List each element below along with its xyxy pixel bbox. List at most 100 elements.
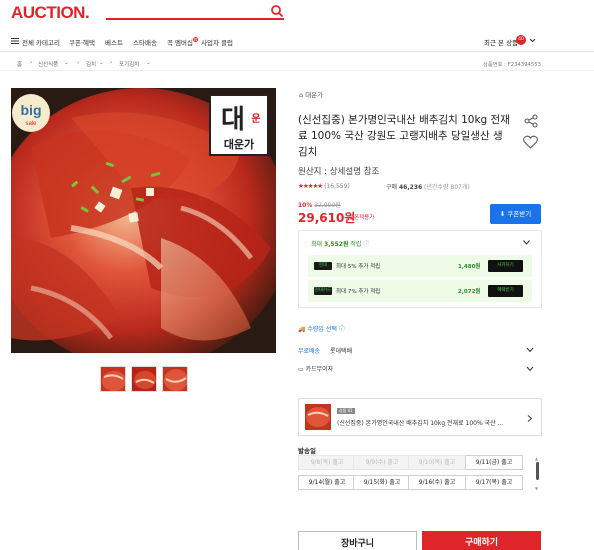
date-option[interactable]: 9/15(화) 출고 — [353, 475, 411, 490]
card-benefit-button[interactable]: 혜택받기 — [488, 285, 523, 297]
scroll-down-icon[interactable]: ▼ — [535, 486, 538, 491]
delivery-carrier: 롯데택배 — [330, 348, 353, 355]
card-benefit-amount: 1,480원 — [458, 264, 481, 270]
store-link[interactable]: ⌂ 대운가 — [299, 89, 323, 99]
date-option[interactable]: 9/14(월) 출고 — [298, 475, 356, 490]
product-number: 상품번호 : F234394553 — [483, 62, 542, 68]
nav-membership[interactable]: 꼭 멤버십N — [167, 37, 198, 47]
rating[interactable]: ★★★★★ (16,559) — [298, 182, 350, 190]
card-logo: 현대 — [314, 262, 332, 270]
nav-all-categories[interactable]: 전체 카테고리 — [22, 37, 60, 47]
breadcrumb-item-kimchi[interactable]: 김치 — [86, 60, 96, 68]
date-option: 9/10(목) 출고 — [408, 455, 466, 470]
points-suffix: 적립 — [350, 241, 362, 248]
main-nav: 전체 카테고리 쿠폰·혜택 베스트 스타배송 꼭 멤버십N 사업자 클럽 최근 … — [0, 30, 594, 52]
sale-price: 29,610원 — [298, 211, 356, 225]
breadcrumb-home[interactable]: 홈 — [17, 60, 22, 68]
selected-option-image — [305, 404, 331, 430]
nav-coupon-benefit[interactable]: 쿠폰·혜택 — [69, 37, 95, 47]
add-to-cart-button[interactable]: 장바구니 — [298, 531, 417, 550]
product-title: (신선집중) 본가명인국내산 배추김치 10kg 전재료 100% 국산 강원도… — [298, 114, 510, 158]
breadcrumb-dropdown-icon[interactable]: ⌄ — [64, 60, 69, 66]
auction-logo[interactable]: AUCTION. — [11, 3, 90, 23]
breadcrumb-separator: › — [110, 60, 113, 66]
chevron-down-icon[interactable] — [529, 37, 536, 44]
purchase-sub: (년간수량 807개) — [424, 184, 470, 191]
card-logo: 현대카드 — [314, 287, 332, 295]
buy-now-button[interactable]: 구매하기 — [422, 531, 541, 550]
card-benefit-text: 최대 5% 추가 적립 — [336, 264, 381, 270]
thumbnail-2[interactable] — [131, 366, 157, 392]
star-rating: ★★★★★ — [298, 182, 323, 190]
date-option: 9/9(수) 출고 — [353, 455, 411, 470]
date-option[interactable]: 9/17(목) 출고 — [465, 475, 523, 490]
nav-star-delivery[interactable]: 스타배송 — [133, 37, 157, 47]
new-badge: N — [193, 37, 198, 42]
stamp-brand: 대운가 — [224, 137, 254, 151]
kimchi-photo: big sale 대 운 대운가 — [11, 88, 276, 353]
points-amount: 3,552원 — [323, 241, 349, 248]
points-panel: 최대 3,552원 적립 ⓘ 현대 최대 5% 추가 적립 1,480원 사카하… — [298, 230, 542, 308]
scroll-up-icon[interactable]: ▲ — [535, 456, 538, 461]
date-option[interactable]: 9/11(금) 출고 — [465, 455, 523, 470]
date-option: 9/8(목) 출고 — [298, 455, 356, 470]
thumbnail-1[interactable] — [100, 366, 126, 392]
badge-sale: sale — [25, 121, 37, 127]
option-badge: 상품 01 — [337, 408, 355, 414]
card-benefit-row: 현대카드 최대 7% 추가 적립 2,072원 혜택받기 — [308, 280, 532, 302]
chevron-down-icon[interactable] — [523, 240, 530, 245]
thumbnail-3[interactable] — [162, 366, 188, 392]
product-main-image[interactable]: big sale 대 운 대운가 — [11, 88, 276, 353]
nav-business-club[interactable]: 사업자 클럽 — [201, 37, 233, 47]
chevron-down-icon[interactable] — [526, 347, 534, 353]
get-coupon-button[interactable]: ⬇ 쿠폰받기 — [490, 204, 541, 224]
stamp-mid: 운 — [251, 113, 260, 125]
header: AUCTION. — [0, 0, 594, 28]
share-icon[interactable] — [524, 114, 538, 128]
recent-count-badge: 40 — [516, 35, 526, 45]
card-benefit-button[interactable]: 사카하기 — [488, 260, 523, 272]
date-option[interactable]: 9/16(수) 출고 — [408, 475, 466, 490]
quantity-select-link[interactable]: 🚚 수량입 선택 ⓘ — [298, 324, 345, 333]
search-icon[interactable] — [270, 4, 284, 18]
breadcrumb-dropdown-icon[interactable]: ⌄ — [99, 60, 104, 66]
free-delivery-label: 무료배송 — [298, 348, 321, 355]
breadcrumb-separator: › — [30, 60, 33, 66]
breadcrumb-separator: › — [77, 60, 80, 66]
delivery-info[interactable]: 무료배송 롯데택배 — [298, 346, 352, 355]
origin-info: 원산지 : 상세설명 참조 — [298, 167, 380, 177]
coupon-button-label: 쿠폰받기 — [507, 210, 532, 218]
purchase-count: 46,236 — [398, 184, 423, 191]
points-title: 최대 3,552원 적립 ⓘ — [311, 239, 369, 248]
breadcrumb-item-pogi[interactable]: 포기김치 — [119, 60, 139, 68]
discount-percent: 10% — [298, 202, 313, 209]
selected-option-box[interactable]: 상품 01 (신선집중) 본가명인국내산 배추김치 10kg 전재료 100% … — [298, 398, 542, 436]
shipping-date-label: 발송일 — [298, 447, 316, 455]
nav-best[interactable]: 베스트 — [105, 37, 123, 47]
info-icon[interactable]: ⓘ — [363, 241, 369, 248]
selected-option-text: (신선집중) 본가명인국내산 배추김치 10kg 전재료 100% 국산 ... — [337, 420, 504, 427]
coupon-price-label: 쿠폰적용가 — [349, 215, 375, 221]
original-price: 32,900원 — [314, 202, 341, 209]
points-prefix: 최대 — [311, 241, 323, 248]
recent-items-link[interactable]: 최근 본 상품 — [484, 37, 518, 47]
qty-label: 수량입 선택 — [307, 326, 337, 333]
store-name: 대운가 — [305, 91, 324, 99]
scrollbar-thumb[interactable] — [536, 462, 539, 480]
breadcrumb-dropdown-icon[interactable]: ⌄ — [146, 60, 151, 66]
card-installment[interactable]: ▭ 카드무이자 — [298, 364, 333, 373]
stamp-top: 대 — [221, 105, 245, 135]
purchase-label: 구매 — [386, 184, 398, 191]
chevron-right-icon[interactable] — [527, 415, 533, 422]
product-page: AUCTION. 전체 카테고리 쿠폰·혜택 베스트 스타배송 꼭 멤버십N 사… — [0, 0, 594, 550]
badge-big: big — [21, 102, 42, 118]
breadcrumb-item-fresh[interactable]: 신선식품 — [38, 60, 58, 68]
nav-membership-label: 꼭 멤버십 — [167, 39, 193, 47]
installment-label: 카드무이자 — [305, 366, 334, 373]
card-benefit-row: 현대 최대 5% 추가 적립 1,480원 사카하기 — [308, 255, 532, 277]
search-input[interactable] — [106, 18, 284, 20]
chevron-down-icon[interactable] — [526, 366, 534, 372]
breadcrumb: 홈 › 신선식품 ⌄ › 김치 ⌄ › 포기김치 ⌄ 상품번호 : F23439… — [0, 55, 594, 71]
menu-icon[interactable] — [11, 38, 19, 44]
heart-icon[interactable] — [523, 135, 538, 149]
